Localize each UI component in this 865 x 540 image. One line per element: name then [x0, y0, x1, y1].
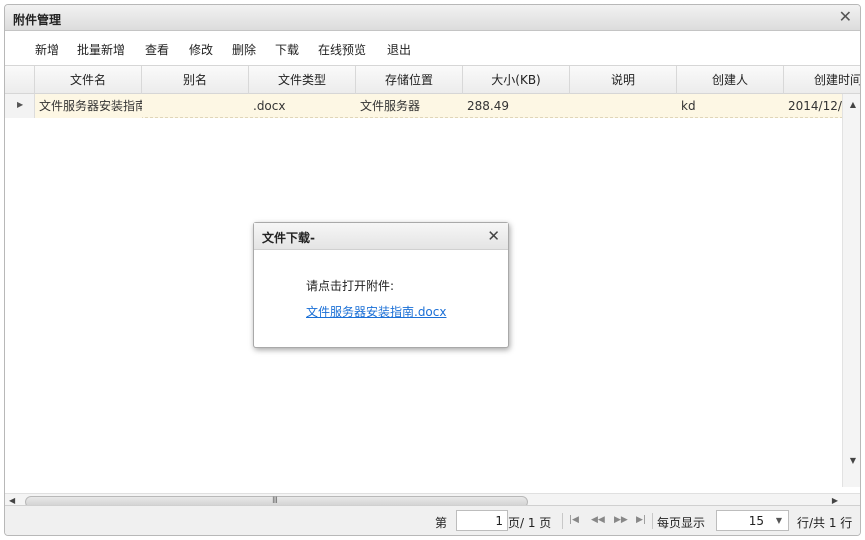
column-header-created[interactable]: 创建时间: [784, 66, 860, 94]
row-arrow-icon: ▶: [17, 100, 24, 109]
cell-filename: 文件服务器安装指南: [35, 94, 142, 118]
column-header-location[interactable]: 存储位置: [356, 66, 463, 94]
scroll-down-icon[interactable]: ▼: [850, 456, 856, 465]
pager-divider: [562, 513, 563, 529]
next-page-icon[interactable]: ▶▶: [614, 515, 628, 525]
vertical-scrollbar[interactable]: ▲ ▼: [842, 94, 860, 487]
pagination-bar: 第 页/ 1 页 |◀ ◀◀ ▶▶ ▶| 每页显示 15 ▼ 行/共 1 行: [5, 505, 860, 535]
cell-location: 文件服务器: [360, 99, 421, 113]
row-marker[interactable]: ▶: [5, 94, 35, 118]
column-header-type[interactable]: 文件类型: [249, 66, 356, 94]
cell-alias: [142, 94, 249, 118]
per-page-select[interactable]: 15 ▼: [716, 510, 789, 531]
cell-note: [570, 94, 677, 118]
last-page-icon[interactable]: ▶|: [636, 515, 646, 525]
prev-page-icon[interactable]: ◀◀: [591, 515, 605, 525]
column-header-note[interactable]: 说明: [570, 66, 677, 94]
exit-button[interactable]: 退出: [387, 41, 411, 58]
page-total-label: 页/ 1 页: [508, 516, 552, 530]
cell-type: .docx: [253, 99, 286, 113]
per-page-label: 每页显示: [657, 516, 706, 530]
window-titlebar: 附件管理 ✕: [5, 5, 860, 31]
page-label: 第: [435, 516, 448, 530]
grid-header: 文件名 别名 文件类型 存储位置 大小(KB) 说明 创建人 创建时间: [5, 65, 860, 94]
scroll-right-icon[interactable]: ▶: [832, 496, 838, 505]
cell-size: 288.49: [467, 99, 509, 113]
scroll-left-icon[interactable]: ◀: [9, 496, 15, 505]
pager-divider: [652, 513, 653, 529]
column-header-creator[interactable]: 创建人: [677, 66, 784, 94]
dialog-title: 文件下载-: [262, 231, 315, 245]
page-number-input[interactable]: [456, 510, 508, 531]
download-button[interactable]: 下载: [275, 41, 299, 58]
chevron-down-icon: ▼: [775, 516, 782, 525]
column-header-filename[interactable]: 文件名: [35, 66, 142, 94]
column-header-alias[interactable]: 别名: [142, 66, 249, 94]
column-header-size[interactable]: 大小(KB): [463, 66, 570, 94]
batch-add-button[interactable]: 批量新增: [77, 41, 125, 58]
view-button[interactable]: 查看: [145, 41, 169, 58]
first-page-icon[interactable]: |◀: [569, 515, 579, 525]
dialog-titlebar: 文件下载- ✕: [254, 223, 508, 250]
table-row[interactable]: ▶ 文件服务器安装指南 .docx 文件服务器 288.49 kd 2014/1…: [5, 94, 843, 118]
dialog-message: 请点击打开附件:: [306, 279, 395, 293]
window-close-icon[interactable]: ✕: [839, 8, 852, 26]
online-preview-button[interactable]: 在线预览: [318, 41, 366, 58]
attachment-download-link[interactable]: 文件服务器安装指南.docx: [306, 303, 446, 320]
per-page-value: 15: [748, 514, 764, 528]
dialog-close-icon[interactable]: ✕: [487, 227, 500, 245]
row-marker-header: [5, 66, 35, 94]
window-title: 附件管理: [13, 13, 62, 27]
toolbar: 新增 批量新增 查看 修改 删除 下载 在线预览 退出: [5, 31, 860, 65]
delete-button[interactable]: 删除: [232, 41, 256, 58]
total-rows-label: 行/共 1 行: [797, 516, 853, 530]
scroll-up-icon[interactable]: ▲: [850, 100, 856, 109]
edit-button[interactable]: 修改: [189, 41, 213, 58]
cell-creator: kd: [681, 99, 696, 113]
cell-created: 2014/12/: [788, 99, 842, 113]
file-download-dialog: 文件下载- ✕ 请点击打开附件: 文件服务器安装指南.docx: [253, 222, 509, 348]
add-button[interactable]: 新增: [35, 41, 59, 58]
